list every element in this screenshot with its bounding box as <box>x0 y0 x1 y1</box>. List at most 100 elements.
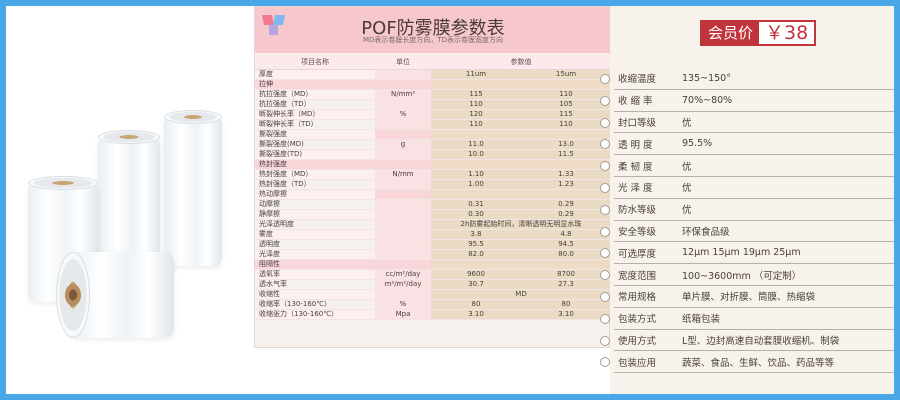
table-cell: 10.0 <box>431 149 521 160</box>
table-cell: 1.33 <box>521 169 611 180</box>
table-row: 拉伸 <box>255 79 611 90</box>
table-cell: 11um <box>431 69 521 80</box>
spec-label: 使用方式 <box>618 335 657 347</box>
spec-value: 135~150° <box>682 72 731 84</box>
table-cell: Mpa <box>375 309 431 320</box>
table-cell: 1.00 <box>431 179 521 190</box>
table-cell: 1.23 <box>521 179 611 190</box>
table-cell: N/mm <box>375 169 431 180</box>
table-cell: 断裂伸长率（MD） <box>255 109 375 120</box>
table-cell <box>375 129 431 140</box>
table-cell: 110 <box>431 119 521 130</box>
spec-label: 收缩温度 <box>618 74 657 86</box>
spec-value: 70%~80% <box>682 94 733 106</box>
table-cell <box>375 149 431 160</box>
table-subtitle: MD表示卷膜长度方向，TD表示卷膜宽度方向 <box>362 36 504 44</box>
table-cell: 110 <box>521 119 611 130</box>
table-row: 撕裂强度 <box>255 129 611 140</box>
table-cell <box>375 199 431 210</box>
table-cell <box>521 259 611 270</box>
spec-label: 宽度范围 <box>618 270 657 282</box>
spec-value: L型、边封高速自动套膜收缩机、制袋 <box>682 335 840 347</box>
spec-value: 单片膜、对折膜、筒膜、热缩袋 <box>682 292 816 304</box>
table-cell <box>431 129 521 140</box>
table-cell <box>431 259 521 270</box>
table-cell: 110 <box>431 99 521 110</box>
table-cell <box>375 259 431 270</box>
spec-row: 收缩温度 135~150° <box>600 68 894 90</box>
price-value: ￥38 <box>765 22 809 44</box>
table-row: 撕裂强度(TD) 10.0 11.5 <box>255 149 611 160</box>
spec-label: 常用规格 <box>618 292 657 304</box>
table-cell <box>375 239 431 250</box>
table-row: 抗拉强度（MD） N/mm² 115 110 <box>255 89 611 100</box>
table-cell <box>375 189 431 200</box>
roll-core <box>65 284 81 306</box>
table-row: 静摩擦 0.30 0.29 <box>255 209 611 220</box>
table-cell: 105 <box>521 99 611 110</box>
table-cell: 透明度 <box>255 239 375 250</box>
spec-value: 蔬菜、食品、生鲜、饮品、药品等等 <box>682 357 835 369</box>
connector-dot-icon <box>600 117 610 128</box>
spec-row: 光 泽 度优 <box>600 177 894 199</box>
spec-value: 12μm 15μm 19μm 25μm <box>682 247 801 259</box>
table-cell <box>521 159 611 170</box>
table-cell: 透水气率 <box>255 279 375 290</box>
spec-row: 宽度范围 100~3600mm （可定制） <box>600 264 894 286</box>
table-cell: 0.29 <box>521 209 611 220</box>
table-cell: 光泽度 <box>255 249 375 260</box>
connector-dot-icon <box>600 335 610 346</box>
spec-value: 纸箱包装 <box>682 314 721 326</box>
table-cell <box>375 179 431 190</box>
table-row: 透水气率 m²/m²/day 30.7 27.3 <box>255 279 611 290</box>
spec-value: 优 <box>682 183 692 195</box>
table-cell: 80 <box>431 299 521 310</box>
spec-value: 优 <box>682 161 692 173</box>
table-row: 光泽度 82.0 80.0 <box>255 249 611 260</box>
table-cell: 0.31 <box>431 199 521 210</box>
price-badge: 会员价 ￥38 <box>700 20 817 46</box>
table-cell: 收缩率（130-160℃） <box>255 299 375 310</box>
table-cell: 2h防雾起始时间，清晰透明无明显水珠 <box>431 219 611 230</box>
table-cell: 雾度 <box>255 229 375 240</box>
table-cell: 27.3 <box>521 279 611 290</box>
table-row: 厚度 11um 15um <box>255 69 611 80</box>
table-cell: 80.0 <box>521 249 611 260</box>
table-cell: 3.10 <box>521 309 611 320</box>
table-row: 撕裂强度(MD) g 11.0 13.0 <box>255 139 611 150</box>
table-cell: 厚度 <box>255 69 375 80</box>
spec-row: 防水等级 优 <box>600 199 894 221</box>
table-row: 阻隔性 <box>255 259 611 270</box>
table-cell: 95.5 <box>431 239 521 250</box>
table-row: 动摩擦 0.31 0.29 <box>255 199 611 210</box>
table-cell: 阻隔性 <box>255 259 375 270</box>
table-cell <box>375 219 431 230</box>
table-row: 热封强度（MD） N/mm 1.10 1.33 <box>255 169 611 180</box>
table-cell: 收缩性 <box>255 289 375 300</box>
spec-row: 使用方式 L型、边封高速自动套膜收缩机、制袋 <box>600 330 894 352</box>
table-cell: 11.0 <box>431 139 521 150</box>
spec-row: 安全等级 环保食品级 <box>600 221 894 243</box>
table-cell: 热动摩擦 <box>255 189 375 200</box>
table-header: 单位 <box>375 55 431 70</box>
table-cell: 光泽透明度 <box>255 219 375 230</box>
table-title-bar: POF防雾膜参数表 MD表示卷膜长度方向，TD表示卷膜宽度方向 <box>255 7 611 53</box>
table-row: 断裂伸长率（TD） 110 110 <box>255 119 611 130</box>
spec-table: 项目名称 单位 参数值 厚度 11um 15um 拉伸 抗拉强度（MD） N/mm² 115… <box>255 55 611 320</box>
table-row: 收缩张力（130-160℃） Mpa 3.10 3.10 <box>255 309 611 320</box>
table-cell: cc/m²/day <box>375 269 431 280</box>
table-cell <box>375 119 431 130</box>
table-row: 热封强度（TD） 1.00 1.23 <box>255 179 611 190</box>
table-cell: 0.29 <box>521 199 611 210</box>
table-cell: 13.0 <box>521 139 611 150</box>
spec-row: 透 明 度 95.5% <box>600 133 894 156</box>
table-cell: 82.0 <box>431 249 521 260</box>
table-cell: g <box>375 139 431 150</box>
spec-sidebar: 会员价 ￥38 收缩温度 135~150° 收 缩 率 70%~80% 封口等级优透 明… <box>600 6 894 394</box>
table-cell: 115 <box>431 89 521 100</box>
spec-row: 包装应用 蔬菜、食品、生鲜、饮品、药品等等 <box>600 351 894 374</box>
spec-value: 95.5% <box>682 138 713 150</box>
table-cell <box>431 79 521 90</box>
spec-label: 包装应用 <box>618 357 657 369</box>
spec-label: 收 缩 率 <box>618 96 653 108</box>
